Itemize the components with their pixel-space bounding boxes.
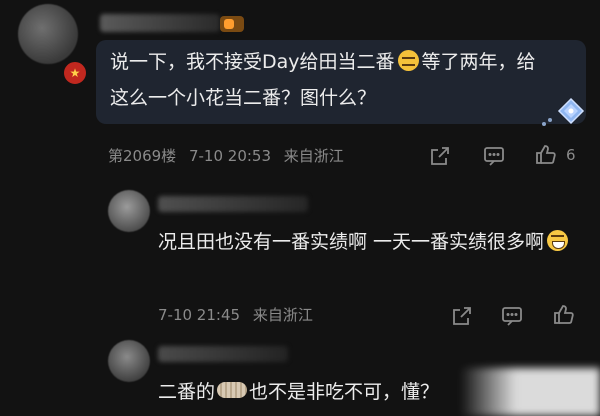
watermark <box>460 368 600 416</box>
laughing-emoji-icon <box>547 230 569 251</box>
fan-badge <box>220 16 244 32</box>
cookie-sticker-icon <box>217 382 248 398</box>
timestamp: 7-10 20:53 <box>188 147 272 165</box>
comment-text-part: 况且田也没有一番实绩啊 一天一番实绩很多啊 <box>158 231 545 253</box>
diamond-badge-icon <box>557 97 585 125</box>
comment-text: 况且田也没有一番实绩啊 一天一番实绩很多啊 <box>158 224 578 260</box>
star-badge-icon: ★ <box>62 60 88 86</box>
smirk-emoji-icon <box>397 50 419 71</box>
username-blurred[interactable] <box>100 14 220 32</box>
comment-text-part: 说一下，我不接受Day给田当二番 <box>110 51 395 73</box>
comment-text-part: 也不是非吃不可，懂？ <box>249 381 440 403</box>
floor-number: 第2069楼 <box>108 147 177 165</box>
share-icon[interactable] <box>450 304 474 328</box>
comment-icon[interactable] <box>500 304 524 328</box>
comment-icon[interactable] <box>482 144 506 168</box>
location: 来自浙江 <box>283 147 344 165</box>
avatar[interactable] <box>108 340 150 382</box>
thumbs-up-icon[interactable] <box>534 143 558 167</box>
comment-meta: 第2069楼 7-10 20:53 来自浙江 <box>108 146 344 166</box>
avatar[interactable] <box>18 4 78 64</box>
username-blurred[interactable] <box>158 196 308 212</box>
timestamp: 7-10 21:45 <box>158 306 241 324</box>
share-icon[interactable] <box>428 144 452 168</box>
like-count: 6 <box>566 146 576 164</box>
comment-meta: 7-10 21:45 来自浙江 <box>158 305 313 325</box>
thumbs-up-icon[interactable] <box>552 303 576 327</box>
comment-text: 说一下，我不接受Day给田当二番 等了两年，给这么一个小花当二番？图什么？ <box>110 44 550 116</box>
avatar[interactable] <box>108 190 150 232</box>
comment-text-part: 二番的 <box>158 381 216 403</box>
location: 来自浙江 <box>252 306 313 324</box>
username-blurred[interactable] <box>158 346 288 362</box>
